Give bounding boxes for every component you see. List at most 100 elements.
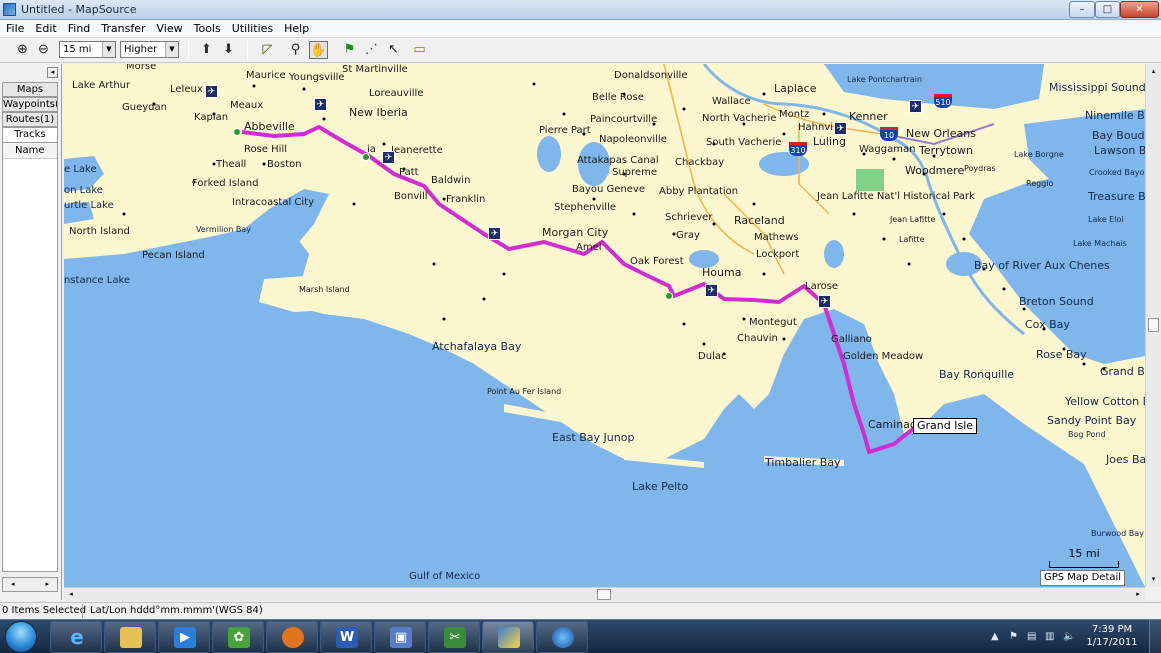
tab-routes[interactable]: Routes(1) bbox=[2, 112, 58, 127]
taskbar-app-remote-desktop[interactable]: ▣ bbox=[374, 621, 426, 653]
zoom-tool-icon[interactable]: ⚲ bbox=[286, 41, 305, 59]
hand-tool-icon[interactable]: ✋ bbox=[309, 41, 328, 59]
show-hidden-icons-icon[interactable]: ▲ bbox=[991, 631, 999, 642]
device-icon[interactable]: ▤ bbox=[1027, 631, 1036, 642]
distance-bearing-tool-icon[interactable]: ▭ bbox=[410, 41, 429, 59]
airport-icon[interactable]: ✈ bbox=[705, 284, 718, 297]
waypoint-marker[interactable] bbox=[233, 128, 241, 136]
taskbar-app-firefox[interactable] bbox=[266, 621, 318, 653]
scrollbar-thumb[interactable] bbox=[1148, 318, 1159, 332]
taskbar-app-google-earth[interactable] bbox=[536, 621, 588, 653]
route-tool-icon[interactable]: ⋰ bbox=[362, 41, 381, 59]
place-label-mathews: Mathews bbox=[754, 232, 799, 243]
minimize-button[interactable]: – bbox=[1069, 1, 1095, 18]
place-label-montz: Montz bbox=[779, 109, 810, 120]
menu-help[interactable]: Help bbox=[278, 20, 314, 37]
menu-transfer[interactable]: Transfer bbox=[95, 20, 150, 37]
airport-icon[interactable]: ✈ bbox=[205, 85, 218, 98]
remote-desktop-icon: ▣ bbox=[390, 627, 412, 648]
volume-icon[interactable]: 🔈 bbox=[1063, 631, 1075, 642]
scroll-right-icon[interactable]: ▸ bbox=[45, 578, 49, 591]
menu-tools[interactable]: Tools bbox=[188, 20, 226, 37]
zoom-scale-select[interactable]: 15 mi ▼ bbox=[59, 41, 116, 58]
start-button[interactable] bbox=[5, 621, 37, 653]
place-label-lake-arthur: Lake Arthur bbox=[72, 80, 131, 91]
taskbar-app-mapsource[interactable] bbox=[482, 621, 534, 653]
taskbar-app-windows-live-messenger[interactable]: ✿ bbox=[212, 621, 264, 653]
airport-icon[interactable]: ✈ bbox=[834, 122, 847, 135]
scroll-up-icon[interactable]: ▴ bbox=[1146, 64, 1161, 79]
receive-from-device-icon[interactable]: ⬆ bbox=[197, 41, 216, 59]
place-label-kaplan: Kaplan bbox=[194, 112, 229, 123]
taskbar-app-internet-explorer[interactable]: e bbox=[50, 621, 102, 653]
place-label-raceland: Raceland bbox=[734, 214, 785, 227]
menu-edit[interactable]: Edit bbox=[29, 20, 61, 37]
selection-tool-icon[interactable]: ↖ bbox=[384, 41, 403, 59]
airport-icon[interactable]: ✈ bbox=[909, 100, 922, 113]
taskbar-app-windows-explorer[interactable] bbox=[104, 621, 156, 653]
place-label-bog-pond: Bog Pond bbox=[1068, 430, 1106, 439]
menu-find[interactable]: Find bbox=[62, 20, 96, 37]
place-label-gray: Gray bbox=[676, 230, 700, 241]
place-label-st-martinville: St Martinville bbox=[342, 64, 408, 75]
place-label-lafitte: Lafitte bbox=[899, 235, 925, 244]
place-label-pierre-part: Pierre Part bbox=[539, 125, 591, 136]
place-label-schriever: Schriever bbox=[665, 212, 713, 223]
taskbar-app-windows-media-player[interactable]: ▶ bbox=[158, 621, 210, 653]
scroll-down-icon[interactable]: ▾ bbox=[1146, 572, 1161, 587]
waypoint-marker[interactable] bbox=[665, 292, 673, 300]
place-label-houma: Houma bbox=[702, 266, 742, 279]
action-center-flag-icon[interactable]: ⚑ bbox=[1009, 631, 1018, 642]
waypoint-callout-grand-isle[interactable]: Grand Isle bbox=[913, 418, 978, 434]
place-label-lake-pontchartrain: Lake Pontchartrain bbox=[847, 75, 923, 84]
place-label-abby-plantation: Abby Plantation bbox=[659, 186, 739, 197]
tab-maps[interactable]: Maps bbox=[2, 82, 58, 97]
mapsource-icon bbox=[498, 627, 520, 648]
close-button[interactable]: ✕ bbox=[1120, 1, 1159, 18]
scrollbar-thumb[interactable] bbox=[597, 589, 611, 600]
waypoint-tool-icon[interactable]: ⚑ bbox=[340, 41, 359, 59]
map-view[interactable]: Morse Maurice Youngsville St Martinville… bbox=[64, 64, 1145, 587]
airport-icon[interactable]: ✈ bbox=[818, 295, 831, 308]
show-desktop-button[interactable] bbox=[1149, 620, 1161, 653]
place-label-lake-machais: Lake Machais bbox=[1073, 239, 1127, 248]
zoom-out-icon[interactable]: ⊖ bbox=[34, 41, 53, 59]
tab-waypoints[interactable]: Waypoints(1) bbox=[2, 97, 58, 112]
place-label-morgan-city: Morgan City bbox=[542, 226, 609, 239]
menu-view[interactable]: View bbox=[151, 20, 188, 37]
place-label-leleux: Leleux bbox=[170, 84, 203, 95]
collapse-panel-button[interactable]: ◂ bbox=[47, 67, 58, 78]
map-tool-icon[interactable]: ◸ bbox=[258, 41, 277, 59]
map-horizontal-scrollbar[interactable]: ◂ ▸ bbox=[64, 587, 1145, 601]
maximize-button[interactable]: □ bbox=[1095, 1, 1120, 18]
place-label-bonvillain: Bonvill bbox=[394, 191, 428, 202]
menu-file[interactable]: File bbox=[0, 20, 29, 37]
place-label-mississippi-sound: Mississippi Sound bbox=[1049, 81, 1145, 94]
airport-icon[interactable]: ✈ bbox=[382, 151, 395, 164]
zoom-in-icon[interactable]: ⊕ bbox=[13, 41, 32, 59]
scroll-left-icon[interactable]: ◂ bbox=[11, 578, 15, 591]
place-label-treasure-bayou: Treasure B bbox=[1088, 190, 1145, 203]
send-to-device-icon[interactable]: ⬇ bbox=[219, 41, 238, 59]
taskbar-app-microsoft-word[interactable]: W bbox=[320, 621, 372, 653]
map-vertical-scrollbar[interactable]: ▴ ▾ bbox=[1145, 64, 1161, 587]
place-label-terrytown: Terrytown bbox=[919, 144, 973, 157]
network-icon[interactable]: ▥ bbox=[1045, 631, 1054, 642]
taskbar-clock[interactable]: 7:39 PM 1/17/2011 bbox=[1082, 623, 1142, 649]
tab-tracks[interactable]: Tracks bbox=[2, 127, 58, 142]
airport-icon[interactable]: ✈ bbox=[314, 98, 327, 111]
panel-horizontal-scrollbar[interactable]: ◂ ▸ bbox=[2, 577, 58, 592]
mapsource-app-icon bbox=[3, 3, 16, 16]
place-label-lake-borgne: Lake Borgne bbox=[1014, 150, 1064, 159]
menu-utilities[interactable]: Utilities bbox=[226, 20, 278, 37]
scroll-right-icon[interactable]: ▸ bbox=[1131, 588, 1145, 601]
place-label-joes-bay: Joes Ba bbox=[1106, 453, 1145, 466]
detail-level-select[interactable]: Higher ▼ bbox=[120, 41, 179, 58]
tracks-list[interactable]: Name bbox=[2, 142, 58, 572]
airport-icon[interactable]: ✈ bbox=[488, 227, 501, 240]
place-label-laplace: Laplace bbox=[774, 82, 817, 95]
list-header-name[interactable]: Name bbox=[3, 143, 57, 159]
scroll-left-icon[interactable]: ◂ bbox=[64, 588, 78, 601]
taskbar-app-snipping-tool[interactable]: ✂ bbox=[428, 621, 480, 653]
place-label-atchafalaya-bay: Atchafalaya Bay bbox=[432, 340, 522, 353]
